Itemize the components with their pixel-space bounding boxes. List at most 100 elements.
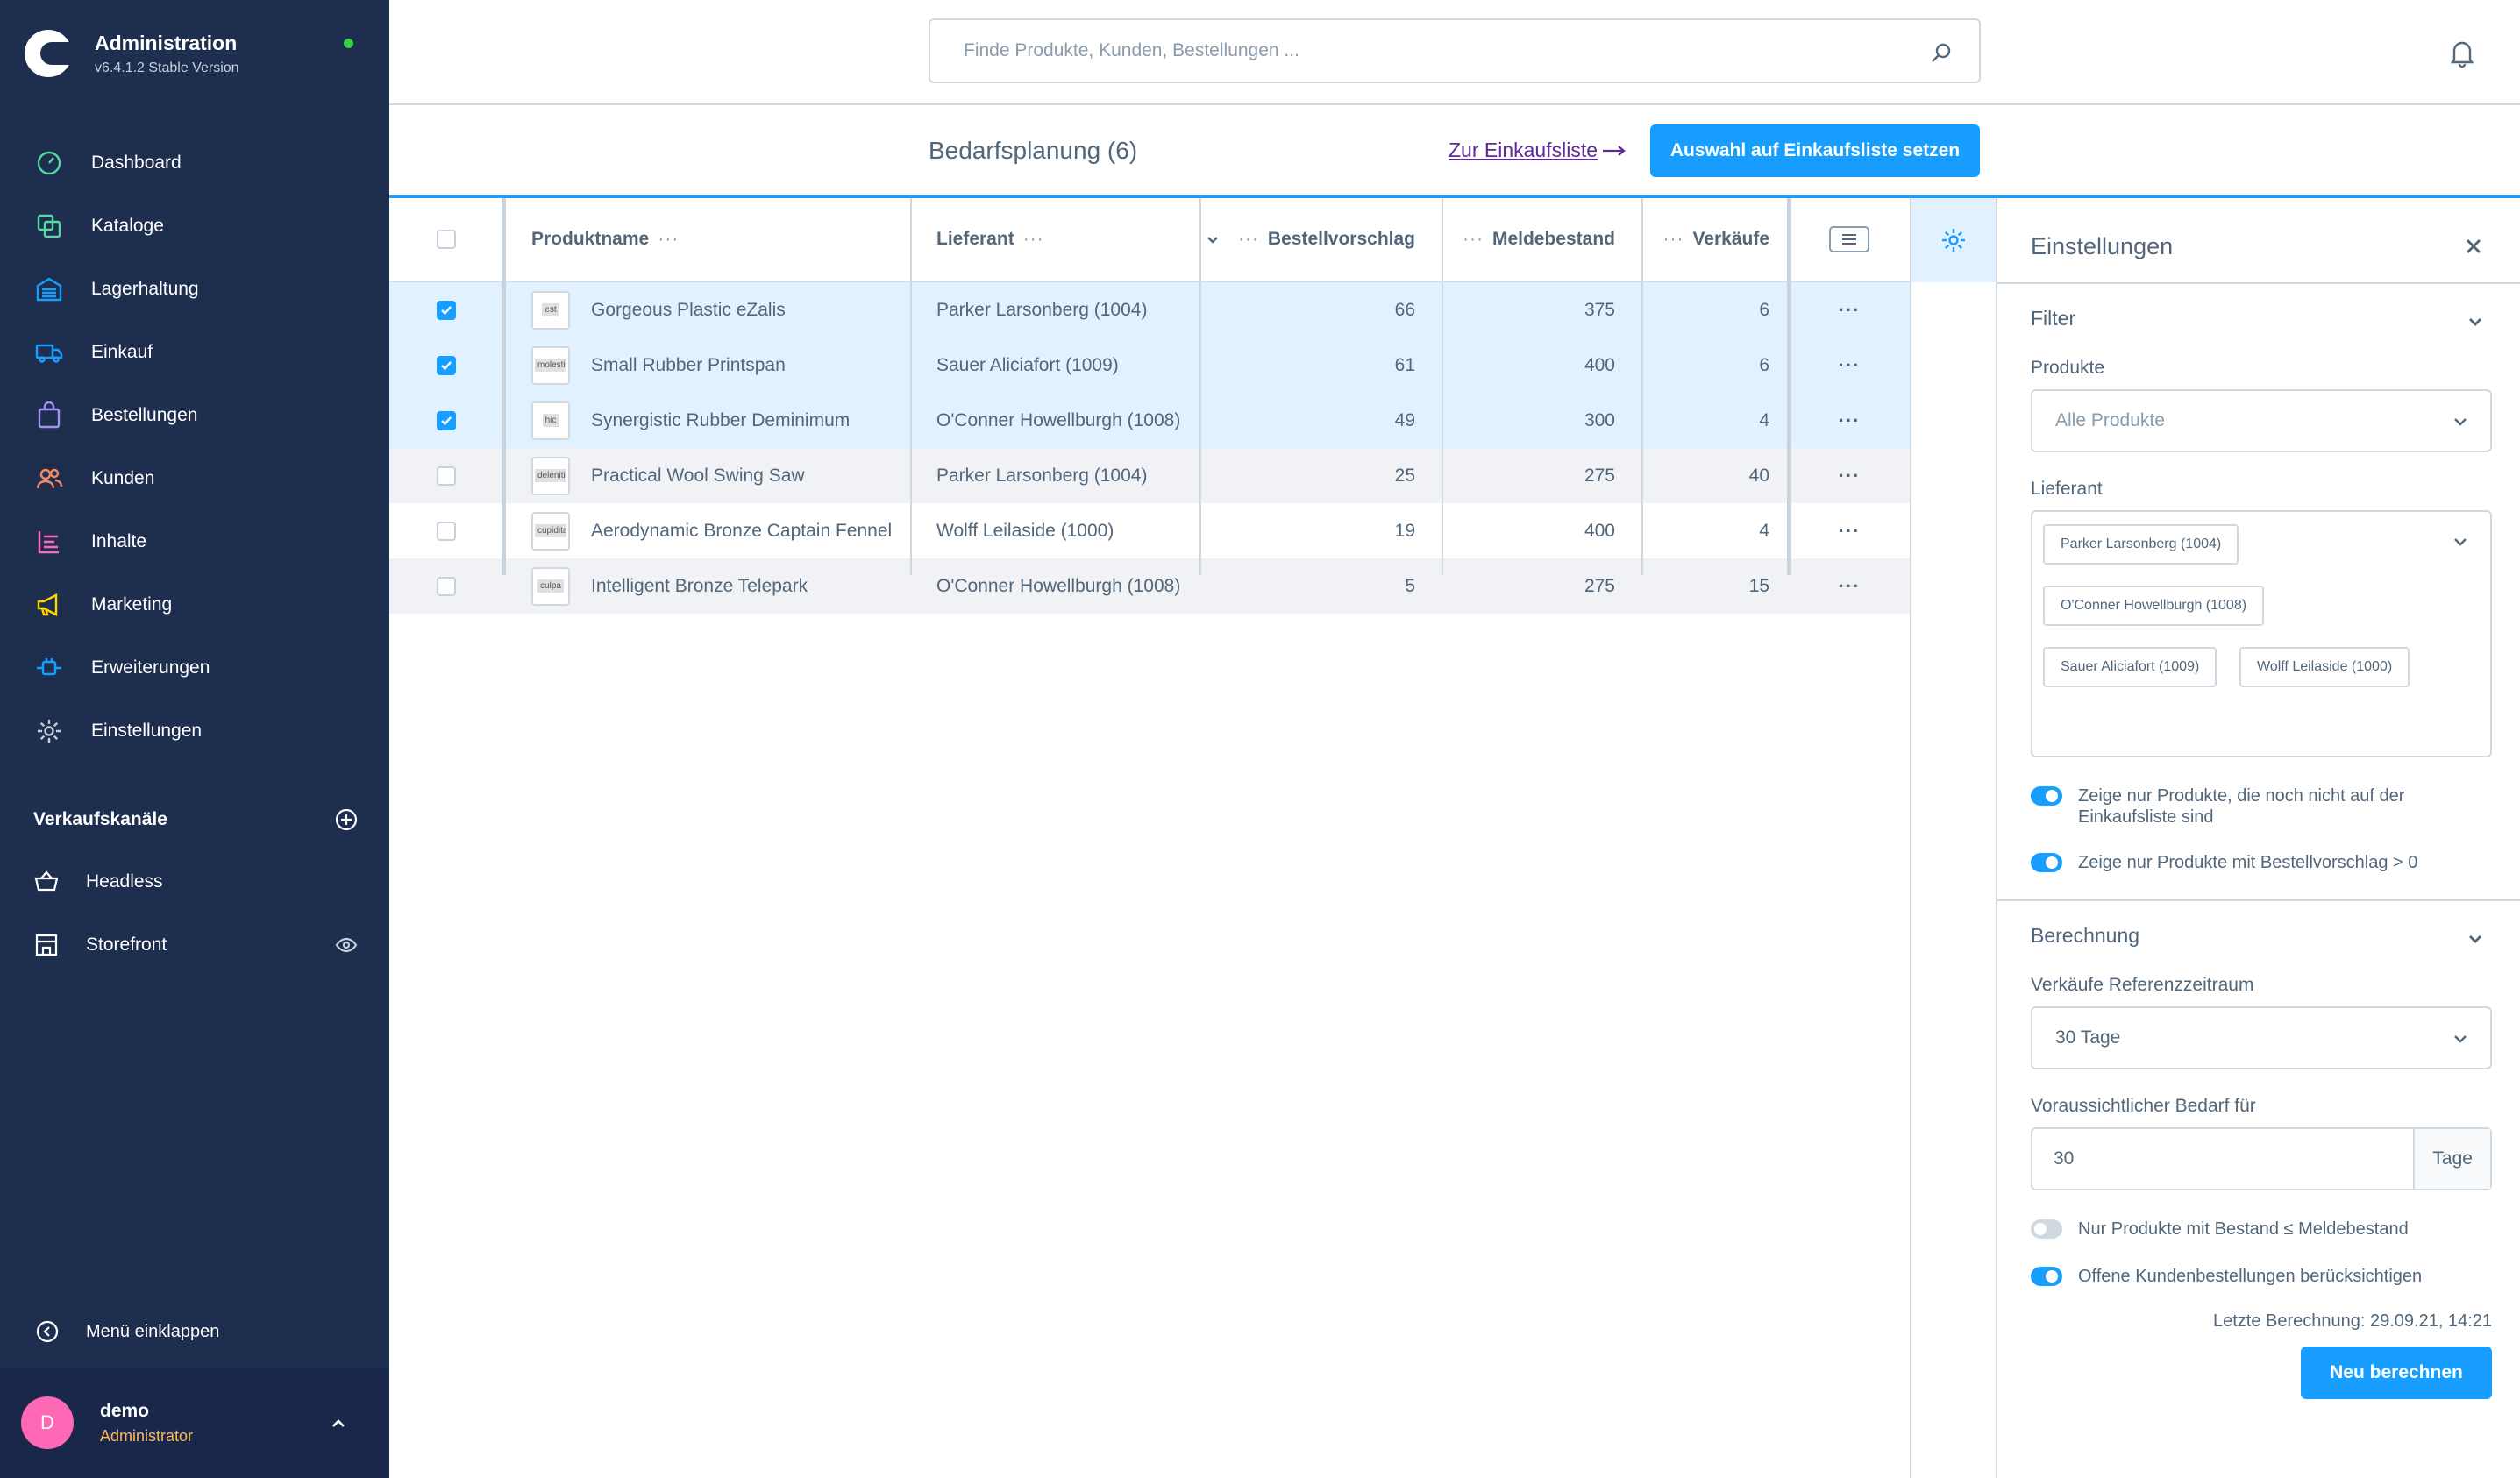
eye-icon[interactable] <box>335 934 358 956</box>
row-checkbox[interactable] <box>437 355 456 375</box>
column-settings-button[interactable] <box>1829 226 1869 252</box>
nav-item-bestellungen[interactable]: Bestellungen <box>0 384 389 447</box>
recalculate-button[interactable]: Neu berechnen <box>2301 1347 2492 1399</box>
toggle-not-in-shopping-list[interactable]: Zeige nur Produkte, die noch nicht auf d… <box>2031 785 2487 828</box>
user-menu[interactable]: D demo Administrator <box>0 1368 389 1478</box>
table-row[interactable]: culpa Intelligent Bronze Telepark O'Conner… <box>389 558 1910 614</box>
chevron-down-icon <box>2454 1035 2467 1043</box>
collapse-menu-button[interactable]: Menü einklappen <box>35 1319 219 1344</box>
filter-section-title[interactable]: Filter <box>2031 307 2075 330</box>
product-name[interactable]: Synergistic Rubber Deminimum <box>591 410 850 431</box>
row-actions-icon[interactable]: ··· <box>1839 299 1861 322</box>
sales-channel-storefront[interactable]: Storefront <box>33 927 358 963</box>
supplier-multi-select[interactable]: Parker Larsonberg (1004) O'Conner Howell… <box>2031 510 2492 757</box>
add-selection-to-shopping-list-button[interactable]: Auswahl auf Einkaufsliste setzen <box>1650 124 1980 177</box>
column-header-stock[interactable]: ··· Meldebestand <box>1442 198 1641 281</box>
supplier-tag[interactable]: Wolff Leilaside (1000) <box>2239 647 2410 687</box>
nav-item-marketing[interactable]: Marketing <box>0 573 389 636</box>
row-actions-icon[interactable]: ··· <box>1839 354 1861 377</box>
row-checkbox[interactable] <box>437 410 456 430</box>
sort-chevron-down-icon[interactable] <box>1205 231 1221 247</box>
column-header-sales[interactable]: ··· Verkäufe <box>1641 198 1789 281</box>
switch[interactable] <box>2031 1267 2062 1286</box>
table-row[interactable]: deleniti Practical Wool Swing Saw Parker L… <box>389 448 1910 503</box>
column-menu-icon[interactable]: ··· <box>658 229 679 250</box>
product-name[interactable]: Gorgeous Plastic eZalis <box>591 300 786 321</box>
row-checkbox[interactable] <box>437 521 456 541</box>
grid-header: Produktname ··· Lieferant ··· ··· Bestellvo… <box>389 198 1910 282</box>
sales-channel-label: Headless <box>86 871 163 892</box>
chevron-down-icon[interactable] <box>2452 533 2469 551</box>
row-checkbox[interactable] <box>437 465 456 486</box>
supplier-tag[interactable]: O'Conner Howellburgh (1008) <box>2043 586 2265 626</box>
collapse-icon <box>35 1319 60 1344</box>
row-actions-icon[interactable]: ··· <box>1839 520 1861 543</box>
search-input[interactable] <box>964 40 1911 61</box>
nav-item-dashboard[interactable]: Dashboard <box>0 131 389 195</box>
search-icon[interactable] <box>1930 41 1953 64</box>
reference-period-select[interactable]: 30 Tage <box>2031 1006 2492 1069</box>
chevron-down-icon[interactable] <box>2466 312 2485 331</box>
column-menu-icon[interactable]: ··· <box>1023 229 1044 250</box>
toggle-open-customer-orders[interactable]: Offene Kundenbestellungen berücksichtige… <box>2031 1266 2487 1287</box>
close-icon[interactable] <box>2464 237 2483 256</box>
product-name[interactable]: Practical Wool Swing Saw <box>591 465 805 487</box>
switch[interactable] <box>2031 1219 2062 1239</box>
column-header-name[interactable]: Produktname ··· <box>503 198 910 281</box>
table-row[interactable]: molestiae Small Rubber Printspan Sauer Ali… <box>389 338 1910 393</box>
list-icon <box>1842 234 1856 245</box>
product-name[interactable]: Aerodynamic Bronze Captain Fennel <box>591 521 892 542</box>
switch[interactable] <box>2031 786 2062 806</box>
product-thumbnail: est <box>531 290 570 330</box>
product-name[interactable]: Small Rubber Printspan <box>591 355 786 376</box>
row-actions-icon[interactable]: ··· <box>1839 409 1861 432</box>
products-select[interactable]: Alle Produkte <box>2031 389 2492 452</box>
nav-item-kunden[interactable]: Kunden <box>0 447 389 510</box>
toggle-stock-below-min[interactable]: Nur Produkte mit Bestand ≤ Meldebestand <box>2031 1219 2487 1240</box>
column-menu-icon[interactable]: ··· <box>1463 229 1484 250</box>
supplier-tag[interactable]: Parker Larsonberg (1004) <box>2043 524 2239 565</box>
column-header-supplier[interactable]: Lieferant ··· <box>910 198 1199 281</box>
add-sales-channel-icon[interactable] <box>335 808 358 831</box>
column-header-order-suggestion[interactable]: ··· Bestellvorschlag <box>1199 198 1442 281</box>
notification-bell-icon[interactable] <box>2446 37 2478 68</box>
sales-channel-label: Storefront <box>86 934 167 955</box>
nav-label: Erweiterungen <box>91 657 210 678</box>
row-checkbox[interactable] <box>437 576 456 596</box>
nav-item-lagerhaltung[interactable]: Lagerhaltung <box>0 258 389 321</box>
products-label: Produkte <box>2031 358 2105 378</box>
supplier-label: Lieferant <box>2031 479 2103 499</box>
expected-demand-input[interactable]: 30 <box>2032 1129 2413 1189</box>
select-all-checkbox[interactable] <box>437 230 456 249</box>
shopping-list-link[interactable]: Zur Einkaufsliste <box>1449 139 1627 162</box>
nav-label: Bestellungen <box>91 405 198 425</box>
toggle-order-suggestion-gt-zero[interactable]: Zeige nur Produkte mit Bestellvorschlag … <box>2031 852 2487 873</box>
switch[interactable] <box>2031 853 2062 872</box>
table-row[interactable]: est Gorgeous Plastic eZalis Parker Larsonb… <box>389 282 1910 338</box>
product-name[interactable]: Intelligent Bronze Telepark <box>591 576 808 597</box>
table-row[interactable]: hic Synergistic Rubber Deminimum O'Conner … <box>389 393 1910 448</box>
brand[interactable]: Administration v6.4.1.2 Stable Version <box>25 30 239 77</box>
gear-icon <box>1942 229 1965 252</box>
nav-item-einstellungen[interactable]: Einstellungen <box>0 700 389 763</box>
supplier-tag[interactable]: Sauer Aliciafort (1009) <box>2043 647 2217 687</box>
nav-item-einkauf[interactable]: Einkauf <box>0 321 389 384</box>
order-suggestion-value: 61 <box>1394 354 1415 375</box>
table-row[interactable]: cupiditate Aerodynamic Bronze Captain Fen… <box>389 503 1910 558</box>
row-actions-icon[interactable]: ··· <box>1839 465 1861 487</box>
sales-value: 4 <box>1759 409 1769 430</box>
row-checkbox[interactable] <box>437 300 456 320</box>
chevron-down-icon[interactable] <box>2466 929 2485 949</box>
nav-item-erweiterungen[interactable]: Erweiterungen <box>0 636 389 700</box>
chevron-up-icon[interactable] <box>328 1413 349 1434</box>
nav-item-inhalte[interactable]: Inhalte <box>0 510 389 573</box>
row-actions-icon[interactable]: ··· <box>1839 575 1861 598</box>
calculation-section-title[interactable]: Berechnung <box>2031 924 2139 948</box>
column-menu-icon[interactable]: ··· <box>1238 229 1259 250</box>
user-name: demo <box>100 1400 150 1421</box>
shopping-list-link-label: Zur Einkaufsliste <box>1449 139 1598 161</box>
sales-channel-headless[interactable]: Headless <box>33 864 358 899</box>
settings-panel-toggle[interactable] <box>1911 198 1996 282</box>
column-menu-icon[interactable]: ··· <box>1662 229 1684 250</box>
nav-item-kataloge[interactable]: Kataloge <box>0 195 389 258</box>
